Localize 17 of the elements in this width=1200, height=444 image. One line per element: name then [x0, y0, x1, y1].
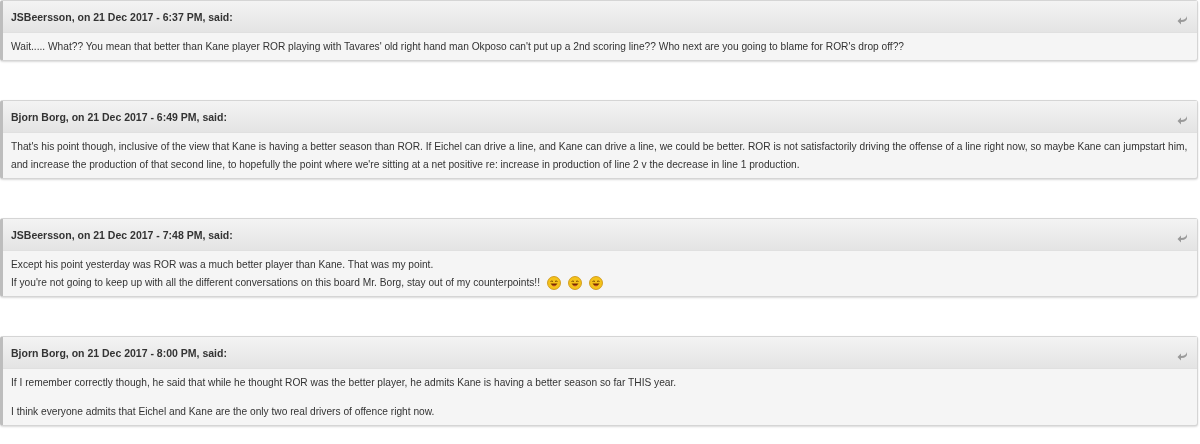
quote-text: Wait..... What?? You mean that better than Kane player ROR playing with Tavares' old right hand man Okposo can't put up a 2nd scoring line?? Who next are you going to blame for ROR's drop off??: [11, 40, 905, 54]
emoticon-icon: [568, 276, 582, 290]
reply-arrow-icon[interactable]: [1177, 114, 1189, 125]
reply-arrow-icon[interactable]: [1177, 232, 1189, 243]
reply-arrow-icon[interactable]: [1177, 350, 1189, 361]
quote-text: I think everyone admits that Eichel and Kane are the only two real drivers of offence right now.: [11, 405, 435, 419]
quote-text: If I remember correctly though, he said that while he thought ROR was the better player, he admits Kane is having a better season so far THIS year.: [11, 376, 677, 390]
quote-citation: Bjorn Borg, on 21 Dec 2017 - 8:00 PM, said:: [11, 346, 227, 359]
quote-text: That's his point though, inclusive of the view that Kane is having a better season than ROR. If Eichel can drive a line, and Kane can drive a line, we could be better. ROR is not satisfactorily driving the offense of a line right now, so maybe Kane can jumpstart him, and increase the production of that second line, to hopefully the point where we're sitting at a net positive re: increase in production of line 2 v the decrease in line 1 production.: [11, 140, 1189, 172]
quote-citation: Bjorn Borg, on 21 Dec 2017 - 6:49 PM, said:: [11, 110, 227, 123]
emoticon-icon: [547, 276, 561, 290]
quote-citation: JSBeersson, on 21 Dec 2017 - 7:48 PM, said:: [11, 228, 233, 241]
quote-text: If you're not going to keep up with all the different conversations on this board Mr. Borg, stay out of my counterpoints!!: [11, 276, 540, 290]
quote-citation: JSBeersson, on 21 Dec 2017 - 6:37 PM, said:: [11, 10, 233, 23]
reply-arrow-icon[interactable]: [1177, 14, 1189, 25]
emoticon-icon: [589, 276, 603, 290]
quote-text: Except his point yesterday was ROR was a much better player than Kane. That was my point.: [11, 258, 434, 272]
